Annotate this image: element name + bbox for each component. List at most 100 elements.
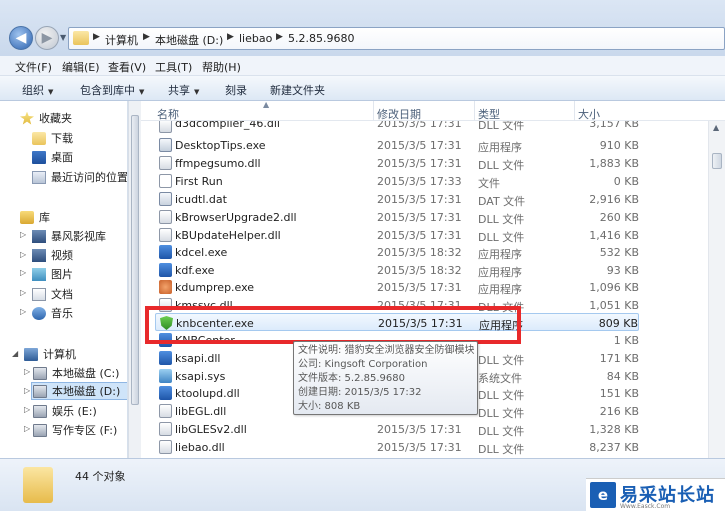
file-size: 910 KB: [599, 139, 639, 152]
file-row[interactable]: First Run 2015/3/5 17:33 文件 0 KB: [155, 172, 639, 190]
file-row[interactable]: DesktopTips.exe 2015/3/5 17:31 应用程序 910 …: [155, 136, 639, 154]
file-date: 2015/3/5 17:31: [377, 139, 462, 152]
file-size: 84 KB: [606, 370, 639, 383]
nav-pictures[interactable]: 图片: [32, 265, 73, 283]
tooltip-version: 文件版本: 5.2.85.9680: [298, 373, 405, 384]
column-name[interactable]: 名称: [157, 106, 179, 122]
library-icon: [20, 210, 34, 224]
nav-label: 本地磁盘 (C:): [52, 367, 120, 380]
nav-music[interactable]: 音乐: [32, 304, 73, 322]
recent-pages-dropdown[interactable]: ▼: [60, 33, 66, 42]
breadcrumb-separator-icon[interactable]: ▶: [227, 32, 234, 42]
file-row[interactable]: libGLESv2.dll 2015/3/5 17:31 DLL 文件 1,32…: [155, 420, 639, 438]
breadcrumb-computer[interactable]: 计算机: [105, 32, 138, 48]
breadcrumb-drive-d[interactable]: 本地磁盘 (D:): [155, 32, 223, 48]
expand-arrow-icon[interactable]: ▷: [20, 307, 26, 316]
expand-arrow-icon[interactable]: ▷: [20, 268, 26, 277]
column-divider[interactable]: [574, 101, 575, 121]
blank-file-icon: [159, 174, 172, 188]
file-row[interactable]: d3dcompiler_46.dll 2015/3/5 17:31 DLL 文件…: [155, 121, 639, 133]
back-button[interactable]: ◀: [9, 26, 33, 50]
expand-arrow-icon[interactable]: ▷: [24, 367, 30, 376]
chevron-down-icon: ▼: [48, 88, 54, 96]
drive-icon: [33, 366, 47, 380]
nav-drive-c[interactable]: 本地磁盘 (C:): [33, 364, 119, 382]
breadcrumb-separator-icon[interactable]: ▶: [93, 32, 100, 42]
nav-computer[interactable]: 计算机: [24, 345, 76, 363]
watermark-logo-icon: e: [590, 482, 616, 508]
file-list-scrollbar[interactable]: ▲: [708, 121, 725, 458]
tooltip-created: 创建日期: 2015/3/5 17:32: [298, 387, 422, 398]
site-watermark: e 易采站长站 Www.Easck.Com: [586, 478, 725, 511]
nav-scrollbar-thumb[interactable]: [131, 115, 139, 405]
expand-arrow-icon[interactable]: ▷: [20, 230, 26, 239]
column-size[interactable]: 大小: [578, 106, 600, 122]
menu-help[interactable]: 帮助(H): [202, 59, 241, 75]
file-row[interactable]: ffmpegsumo.dll 2015/3/5 17:31 DLL 文件 1,8…: [155, 154, 639, 172]
file-row[interactable]: kdcel.exe 2015/3/5 18:32 应用程序 532 KB: [155, 243, 639, 261]
share-button[interactable]: 共享 ▼: [168, 82, 199, 98]
expand-arrow-icon[interactable]: ▷: [20, 288, 26, 297]
scroll-up-icon[interactable]: ▲: [713, 123, 719, 132]
nav-label: 桌面: [51, 151, 73, 164]
file-row[interactable]: icudtl.dat 2015/3/5 17:31 DAT 文件 2,916 K…: [155, 190, 639, 208]
breadcrumb-liebao[interactable]: liebao: [239, 32, 272, 45]
dat-file-icon: [159, 192, 172, 206]
star-icon: [20, 111, 34, 125]
menu-edit[interactable]: 编辑(E): [62, 59, 100, 75]
new-folder-button[interactable]: 新建文件夹: [270, 82, 325, 98]
file-list-scrollbar-thumb[interactable]: [712, 153, 722, 169]
expand-arrow-icon[interactable]: ▷: [24, 386, 30, 395]
include-library-button[interactable]: 包含到库中 ▼: [80, 82, 144, 98]
file-row[interactable]: kdumprep.exe 2015/3/5 17:31 应用程序 1,096 K…: [155, 278, 639, 296]
nav-drive-f[interactable]: 写作专区 (F:): [33, 421, 117, 439]
file-row[interactable]: kBUpdateHelper.dll 2015/3/5 17:31 DLL 文件…: [155, 226, 639, 244]
file-size: 1,096 KB: [589, 281, 639, 294]
nav-drive-d[interactable]: 本地磁盘 (D:): [31, 382, 127, 400]
menu-tools[interactable]: 工具(T): [155, 59, 192, 75]
breadcrumb-separator-icon[interactable]: ▶: [143, 32, 150, 42]
file-row[interactable]: kBrowserUpgrade2.dll 2015/3/5 17:31 DLL …: [155, 208, 639, 226]
column-type[interactable]: 类型: [478, 106, 500, 122]
forward-button[interactable]: ▶: [35, 26, 59, 50]
nav-recent[interactable]: 最近访问的位置: [32, 168, 127, 186]
k-app-icon: [159, 263, 172, 277]
column-divider[interactable]: [474, 101, 475, 121]
menu-file[interactable]: 文件(F): [15, 59, 52, 75]
column-modified[interactable]: 修改日期: [377, 106, 421, 122]
nav-drive-e[interactable]: 娱乐 (E:): [33, 402, 97, 420]
nav-favorites[interactable]: 收藏夹: [20, 109, 72, 127]
expand-arrow-icon[interactable]: ▷: [24, 405, 30, 414]
file-size: 93 KB: [606, 264, 639, 277]
collapse-arrow-icon[interactable]: ◢: [12, 349, 18, 358]
burn-button[interactable]: 刻录: [225, 82, 247, 98]
file-type: DAT 文件: [478, 195, 526, 208]
nav-downloads[interactable]: 下载: [32, 129, 73, 147]
file-row[interactable]: liebao.dll 2015/3/5 17:31 DLL 文件 8,237 K…: [155, 438, 639, 456]
dll-file-icon: [159, 210, 172, 224]
organize-button[interactable]: 组织 ▼: [22, 82, 53, 98]
file-row[interactable]: kdf.exe 2015/3/5 18:32 应用程序 93 KB: [155, 261, 639, 279]
nav-storm-video[interactable]: 暴风影视库: [32, 227, 106, 245]
column-divider[interactable]: [373, 101, 374, 121]
file-type: 应用程序: [478, 141, 522, 154]
dll-file-icon: [159, 422, 172, 436]
address-input[interactable]: ▶ 计算机 ▶ 本地磁盘 (D:) ▶ liebao ▶ 5.2.85.9680: [68, 27, 725, 50]
breadcrumb-version-folder[interactable]: 5.2.85.9680: [288, 32, 354, 45]
nav-desktop[interactable]: 桌面: [32, 148, 73, 166]
nav-documents[interactable]: 文档: [32, 285, 73, 303]
chevron-down-icon: ▼: [194, 88, 200, 96]
file-name: ktoolupd.dll: [175, 387, 240, 400]
nav-scrollbar[interactable]: [128, 101, 141, 458]
video-library-icon: [32, 229, 46, 243]
file-size: 151 KB: [599, 387, 639, 400]
file-date: 2015/3/5 17:31: [377, 121, 462, 130]
expand-arrow-icon[interactable]: ▷: [20, 250, 26, 259]
breadcrumb-separator-icon[interactable]: ▶: [276, 32, 283, 42]
file-date: 2015/3/5 18:32: [377, 264, 462, 277]
expand-arrow-icon[interactable]: ▷: [24, 424, 30, 433]
menu-view[interactable]: 查看(V): [108, 59, 146, 75]
nav-libraries[interactable]: 库: [20, 208, 50, 226]
video-icon: [32, 248, 46, 262]
nav-videos[interactable]: 视频: [32, 246, 73, 264]
